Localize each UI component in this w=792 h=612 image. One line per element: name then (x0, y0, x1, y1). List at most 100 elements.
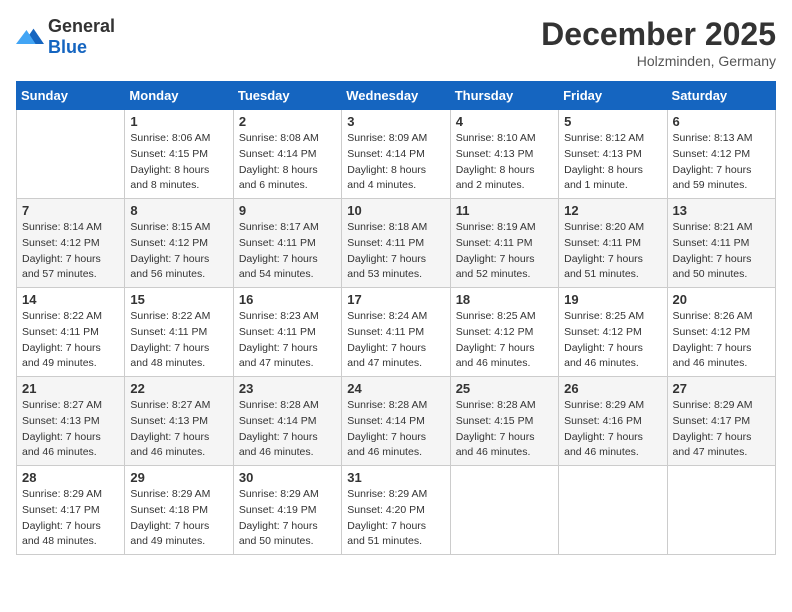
day-info: Sunrise: 8:12 AMSunset: 4:13 PMDaylight:… (564, 131, 661, 194)
day-info: Sunrise: 8:22 AMSunset: 4:11 PMDaylight:… (130, 309, 227, 372)
day-cell: 24Sunrise: 8:28 AMSunset: 4:14 PMDayligh… (342, 377, 450, 466)
week-row-4: 21 Sunrise: 8:27 AMSunset: 4:13 PMDayligh… (17, 377, 776, 466)
day-number: 24 (347, 381, 444, 396)
logo: General Blue (16, 16, 115, 58)
day-info: Sunrise: 8:18 AMSunset: 4:11 PMDaylight:… (347, 220, 444, 283)
day-cell: 2 Sunrise: 8:08 AMSunset: 4:14 PMDaylight… (233, 110, 341, 199)
day-cell: 22 Sunrise: 8:27 AMSunset: 4:13 PMDayligh… (125, 377, 233, 466)
day-info: Sunrise: 8:13 AMSunset: 4:12 PMDaylight:… (673, 131, 770, 194)
logo-text: General Blue (48, 16, 115, 58)
day-number: 27 (673, 381, 770, 396)
day-cell: 9Sunrise: 8:17 AMSunset: 4:11 PMDaylight… (233, 199, 341, 288)
weekday-header-friday: Friday (559, 82, 667, 110)
day-cell: 17 Sunrise: 8:24 AMSunset: 4:11 PMDayligh… (342, 288, 450, 377)
day-number: 11 (456, 203, 553, 218)
weekday-header-tuesday: Tuesday (233, 82, 341, 110)
day-info: Sunrise: 8:24 AMSunset: 4:11 PMDaylight:… (347, 309, 444, 372)
day-info: Sunrise: 8:22 AMSunset: 4:11 PMDaylight:… (22, 309, 119, 372)
day-cell: 19 Sunrise: 8:25 AMSunset: 4:12 PMDayligh… (559, 288, 667, 377)
day-info: Sunrise: 8:20 AMSunset: 4:11 PMDaylight:… (564, 220, 661, 283)
day-cell: 6 Sunrise: 8:13 AMSunset: 4:12 PMDaylight… (667, 110, 775, 199)
day-number: 3 (347, 114, 444, 129)
day-cell: 11 Sunrise: 8:19 AMSunset: 4:11 PMDayligh… (450, 199, 558, 288)
day-info: Sunrise: 8:29 AMSunset: 4:17 PMDaylight:… (673, 398, 770, 461)
title-block: December 2025 Holzminden, Germany (541, 16, 776, 69)
day-info: Sunrise: 8:14 AMSunset: 4:12 PMDaylight:… (22, 220, 119, 283)
day-info: Sunrise: 8:25 AMSunset: 4:12 PMDaylight:… (456, 309, 553, 372)
day-cell: 4 Sunrise: 8:10 AMSunset: 4:13 PMDaylight… (450, 110, 558, 199)
day-cell: 26 Sunrise: 8:29 AMSunset: 4:16 PMDayligh… (559, 377, 667, 466)
day-cell: 15 Sunrise: 8:22 AMSunset: 4:11 PMDayligh… (125, 288, 233, 377)
day-cell: 18 Sunrise: 8:25 AMSunset: 4:12 PMDayligh… (450, 288, 558, 377)
day-info: Sunrise: 8:27 AMSunset: 4:13 PMDaylight:… (130, 398, 227, 461)
week-row-1: 1Sunrise: 8:06 AMSunset: 4:15 PMDaylight… (17, 110, 776, 199)
day-number: 30 (239, 470, 336, 485)
weekday-header-row: SundayMondayTuesdayWednesdayThursdayFrid… (17, 82, 776, 110)
weekday-header-wednesday: Wednesday (342, 82, 450, 110)
day-number: 1 (130, 114, 227, 129)
day-info: Sunrise: 8:23 AMSunset: 4:11 PMDaylight:… (239, 309, 336, 372)
day-number: 28 (22, 470, 119, 485)
day-info: Sunrise: 8:19 AMSunset: 4:11 PMDaylight:… (456, 220, 553, 283)
day-info: Sunrise: 8:29 AMSunset: 4:20 PMDaylight:… (347, 487, 444, 550)
day-info: Sunrise: 8:10 AMSunset: 4:13 PMDaylight:… (456, 131, 553, 194)
day-number: 19 (564, 292, 661, 307)
day-info: Sunrise: 8:09 AMSunset: 4:14 PMDaylight:… (347, 131, 444, 194)
day-number: 26 (564, 381, 661, 396)
page-header: General Blue December 2025 Holzminden, G… (16, 16, 776, 69)
day-cell: 16Sunrise: 8:23 AMSunset: 4:11 PMDayligh… (233, 288, 341, 377)
logo-blue: Blue (48, 37, 87, 57)
day-cell (17, 110, 125, 199)
day-info: Sunrise: 8:28 AMSunset: 4:14 PMDaylight:… (239, 398, 336, 461)
day-cell: 31 Sunrise: 8:29 AMSunset: 4:20 PMDayligh… (342, 466, 450, 555)
day-number: 5 (564, 114, 661, 129)
weekday-header-thursday: Thursday (450, 82, 558, 110)
day-cell: 5 Sunrise: 8:12 AMSunset: 4:13 PMDaylight… (559, 110, 667, 199)
day-info: Sunrise: 8:29 AMSunset: 4:17 PMDaylight:… (22, 487, 119, 550)
day-info: Sunrise: 8:21 AMSunset: 4:11 PMDaylight:… (673, 220, 770, 283)
day-info: Sunrise: 8:27 AMSunset: 4:13 PMDaylight:… (22, 398, 119, 461)
day-number: 25 (456, 381, 553, 396)
day-number: 15 (130, 292, 227, 307)
day-number: 21 (22, 381, 119, 396)
day-number: 20 (673, 292, 770, 307)
day-info: Sunrise: 8:08 AMSunset: 4:14 PMDaylight:… (239, 131, 336, 194)
day-number: 23 (239, 381, 336, 396)
day-number: 18 (456, 292, 553, 307)
day-info: Sunrise: 8:28 AMSunset: 4:15 PMDaylight:… (456, 398, 553, 461)
week-row-5: 28 Sunrise: 8:29 AMSunset: 4:17 PMDayligh… (17, 466, 776, 555)
day-number: 31 (347, 470, 444, 485)
week-row-2: 7Sunrise: 8:14 AMSunset: 4:12 PMDaylight… (17, 199, 776, 288)
day-info: Sunrise: 8:29 AMSunset: 4:18 PMDaylight:… (130, 487, 227, 550)
day-number: 6 (673, 114, 770, 129)
day-number: 9 (239, 203, 336, 218)
day-cell: 25 Sunrise: 8:28 AMSunset: 4:15 PMDayligh… (450, 377, 558, 466)
day-cell: 30Sunrise: 8:29 AMSunset: 4:19 PMDayligh… (233, 466, 341, 555)
day-number: 12 (564, 203, 661, 218)
day-cell: 27 Sunrise: 8:29 AMSunset: 4:17 PMDayligh… (667, 377, 775, 466)
day-cell (450, 466, 558, 555)
day-number: 2 (239, 114, 336, 129)
day-info: Sunrise: 8:29 AMSunset: 4:16 PMDaylight:… (564, 398, 661, 461)
day-cell: 12 Sunrise: 8:20 AMSunset: 4:11 PMDayligh… (559, 199, 667, 288)
day-cell: 23 Sunrise: 8:28 AMSunset: 4:14 PMDayligh… (233, 377, 341, 466)
day-cell: 14Sunrise: 8:22 AMSunset: 4:11 PMDayligh… (17, 288, 125, 377)
day-cell: 29Sunrise: 8:29 AMSunset: 4:18 PMDayligh… (125, 466, 233, 555)
day-info: Sunrise: 8:26 AMSunset: 4:12 PMDaylight:… (673, 309, 770, 372)
weekday-header-saturday: Saturday (667, 82, 775, 110)
day-cell: 3 Sunrise: 8:09 AMSunset: 4:14 PMDaylight… (342, 110, 450, 199)
day-cell: 13Sunrise: 8:21 AMSunset: 4:11 PMDayligh… (667, 199, 775, 288)
day-cell: 20 Sunrise: 8:26 AMSunset: 4:12 PMDayligh… (667, 288, 775, 377)
week-row-3: 14Sunrise: 8:22 AMSunset: 4:11 PMDayligh… (17, 288, 776, 377)
day-cell: 28 Sunrise: 8:29 AMSunset: 4:17 PMDayligh… (17, 466, 125, 555)
day-number: 8 (130, 203, 227, 218)
logo-general: General (48, 16, 115, 36)
day-cell: 10Sunrise: 8:18 AMSunset: 4:11 PMDayligh… (342, 199, 450, 288)
day-number: 4 (456, 114, 553, 129)
day-info: Sunrise: 8:15 AMSunset: 4:12 PMDaylight:… (130, 220, 227, 283)
calendar-table: SundayMondayTuesdayWednesdayThursdayFrid… (16, 81, 776, 555)
day-number: 22 (130, 381, 227, 396)
day-info: Sunrise: 8:25 AMSunset: 4:12 PMDaylight:… (564, 309, 661, 372)
day-cell: 7Sunrise: 8:14 AMSunset: 4:12 PMDaylight… (17, 199, 125, 288)
day-number: 17 (347, 292, 444, 307)
